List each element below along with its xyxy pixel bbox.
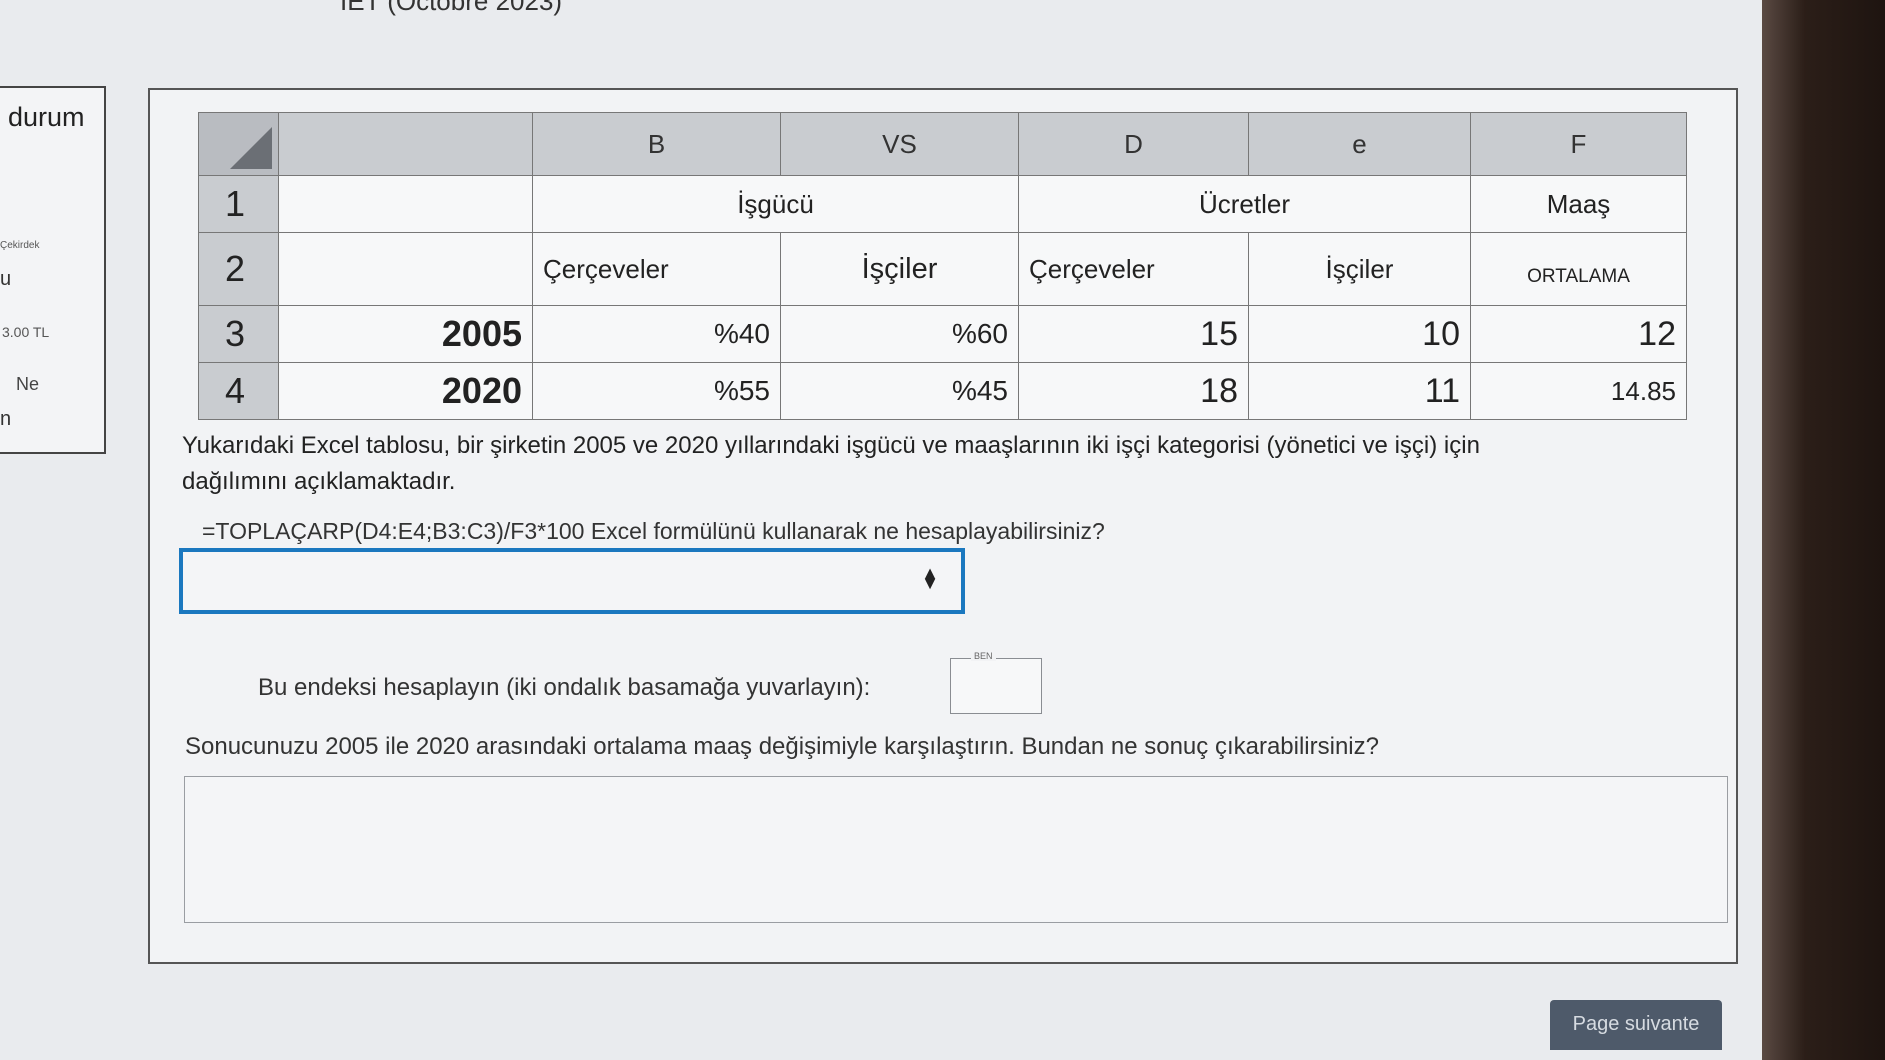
breadcrumb: IET (Octobre 2023) [340,0,563,16]
wage-frames-cell: 15 [1018,305,1249,363]
labor-workers-header: İşçiler [780,232,1019,306]
sidebar-status-label: durum [8,102,85,132]
wage-workers-cell: 11 [1248,362,1471,420]
column-header: VS [780,112,1019,176]
cell-empty [278,232,533,306]
sidebar-line: u [0,268,12,290]
compare-answer-textarea-extension[interactable] [184,838,1728,923]
excel-table: B VS D e F 1 İşgücü Ücretler Maaş 2 Çerç… [198,112,1687,420]
cell-empty [278,175,533,233]
sidebar-status-card: durum Çekirdek u 3.00 TL Ne n [0,86,106,454]
question-description: Yukarıdaki Excel tablosu, bir şirketin 2… [182,432,1480,495]
screen-edge [1762,0,1885,1060]
wage-frames-cell: 18 [1018,362,1249,420]
compare-answer-textarea[interactable] [184,776,1728,840]
labor-workers-cell: %60 [780,305,1019,363]
wage-frames-header: Çerçeveler [1018,232,1249,306]
sidebar-line: n [0,408,12,430]
column-header: D [1018,112,1249,176]
labor-workers-cell: %45 [780,362,1019,420]
column-header [278,112,533,176]
year-cell: 2020 [278,362,533,420]
sidebar-line: 3.00 TL [2,324,50,340]
row-header: 1 [198,175,279,233]
avg-salary-cell: 12 [1470,305,1687,363]
year-cell: 2005 [278,305,533,363]
avg-salary-cell: 14.85 [1470,362,1687,420]
labor-frames-cell: %55 [532,362,781,420]
labor-group-header: İşgücü [532,175,1019,233]
wages-group-header: Ücretler [1018,175,1471,233]
sidebar-line: Çekirdek [0,240,40,251]
wage-workers-cell: 10 [1248,305,1471,363]
index-input[interactable]: BEN [950,651,1042,714]
formula-prompt: =TOPLAÇARP(D4:E4;B3:C3)/F3*100 Excel for… [202,518,1105,544]
answer-select[interactable]: ▲ ▼ [179,548,965,614]
column-header: F [1470,112,1687,176]
column-header: B [532,112,781,176]
row-header: 3 [198,305,279,363]
calc-label: Bu endeksi hesaplayın (iki ondalık basam… [258,674,871,701]
next-page-button[interactable]: Page suivante [1550,1000,1722,1050]
wage-workers-header: İşçiler [1248,232,1471,306]
compare-prompt: Sonucunuzu 2005 ile 2020 arasındaki orta… [185,733,1379,760]
row-header: 4 [198,362,279,420]
labor-frames-cell: %40 [532,305,781,363]
labor-frames-header: Çerçeveler [532,232,781,306]
salary-header: Maaş [1470,175,1687,233]
sidebar-line: Ne [16,374,40,394]
input-tag: BEN [971,651,996,661]
average-header: ORTALAMA [1470,232,1687,306]
sheet-corner [198,112,279,176]
row-header: 2 [198,232,279,306]
select-arrows-icon: ▲ ▼ [921,563,939,593]
column-header: e [1248,112,1471,176]
